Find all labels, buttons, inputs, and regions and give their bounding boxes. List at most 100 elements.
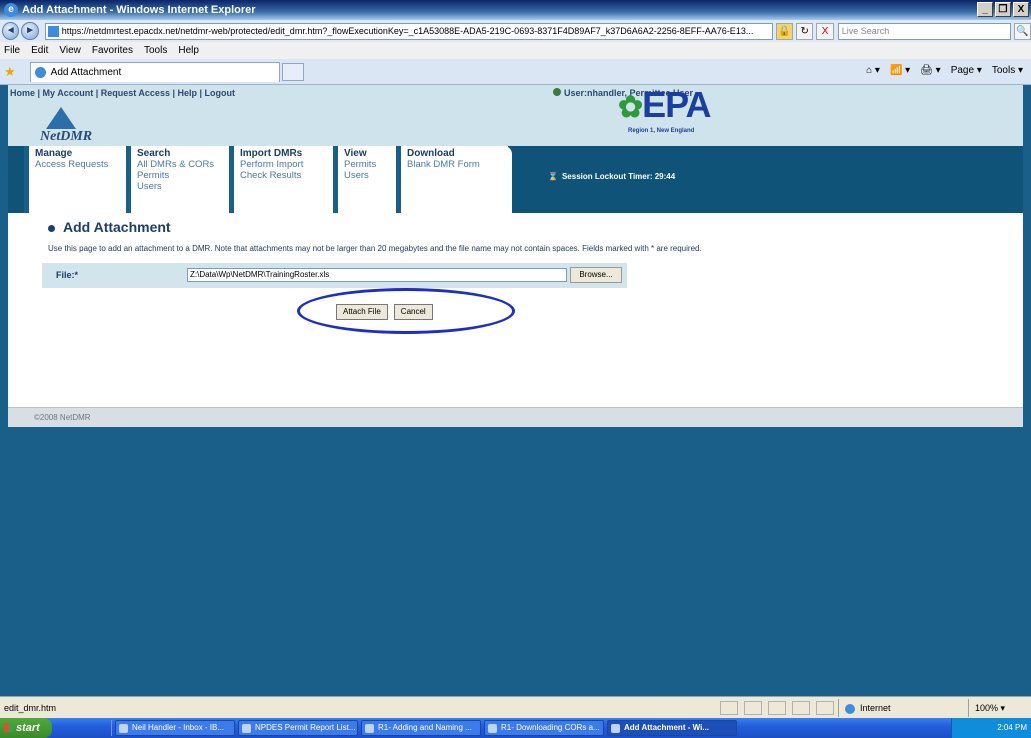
task-button[interactable]: NPDES Permit Report List...	[238, 720, 358, 736]
form-buttons: Attach File Cancel	[336, 304, 433, 320]
menu-favorites[interactable]: Favorites	[92, 45, 133, 56]
home-menu[interactable]: ⌂ ▾	[866, 65, 880, 76]
nav-home[interactable]: Home	[10, 88, 35, 98]
page-menu[interactable]: Page ▾	[951, 65, 982, 76]
main-content: Add Attachment Use this page to add an a…	[8, 213, 1023, 407]
menu-bar: File Edit View Favorites Tools Help	[0, 42, 1031, 59]
status-segment	[768, 701, 786, 715]
epa-logo: ✿EPA Region 1, New England	[618, 85, 718, 143]
task-button[interactable]: Neil Handler - Inbox - IB...	[115, 720, 235, 736]
minimize-button[interactable]: _	[977, 2, 993, 17]
menu-item-perform-import[interactable]: Perform Import	[240, 159, 333, 170]
window-title: Add Attachment - Windows Internet Explor…	[22, 4, 256, 16]
nav-logout[interactable]: Logout	[205, 88, 236, 98]
search-icon[interactable]: 🔍	[1013, 22, 1031, 40]
zoom-level[interactable]: 100% ▾	[968, 699, 1005, 717]
browse-button[interactable]: Browse...	[570, 267, 622, 283]
address-toolbar: ◄ ► https://netdmrtest.epacdx.net/netdmr…	[0, 20, 1031, 42]
nav-separator: |	[35, 88, 43, 98]
tab-row: ★ Add Attachment ⌂ ▾ 📶 ▾ 🖨 ▾ Page ▾ Tool…	[0, 59, 1031, 85]
menu-col-download: Download Blank DMR Form	[396, 146, 508, 214]
back-button[interactable]: ◄	[2, 22, 20, 40]
refresh-icon[interactable]: ↻	[796, 22, 814, 40]
user-icon	[553, 88, 561, 96]
page-title: Add Attachment	[48, 219, 171, 235]
menu-tools[interactable]: Tools	[144, 45, 167, 56]
menu-item-access-requests[interactable]: Access Requests	[35, 159, 126, 170]
maximize-button[interactable]: ❐	[995, 2, 1011, 17]
status-segment	[792, 701, 810, 715]
page-title-text: Add Attachment	[63, 219, 171, 235]
status-segment	[816, 701, 834, 715]
netdmr-logo[interactable]: NetDMR	[40, 107, 92, 145]
start-button[interactable]: start	[0, 718, 52, 738]
close-button[interactable]: X	[1013, 2, 1029, 17]
page-footer: ©2008 NetDMR	[8, 407, 1023, 427]
menu-item-all-dmrs[interactable]: All DMRs & CORs	[137, 159, 229, 170]
session-lockout-timer: ⌛ Session Lockout Timer: 29:44	[548, 172, 675, 181]
nav-separator: |	[93, 88, 101, 98]
attach-file-button[interactable]: Attach File	[336, 304, 388, 320]
ie-icon: e	[4, 3, 18, 17]
file-label: File:*	[56, 270, 79, 280]
task-button[interactable]: R1- Downloading CORs a...	[484, 720, 604, 736]
menu-file[interactable]: File	[4, 45, 20, 56]
command-bar: ⌂ ▾ 📶 ▾ 🖨 ▾ Page ▾ Tools ▾	[866, 65, 1023, 76]
hourglass-icon: ⌛	[548, 172, 558, 181]
menu-help[interactable]: Help	[178, 45, 199, 56]
banner: NetDMR ✿EPA Region 1, New England	[8, 85, 1023, 145]
status-bar: edit_dmr.htm Internet 100% ▾	[0, 696, 1031, 718]
feeds-menu[interactable]: 📶 ▾	[890, 65, 910, 76]
forward-button[interactable]: ►	[21, 22, 39, 40]
address-bar[interactable]: https://netdmrtest.epacdx.net/netdmr-web…	[44, 22, 773, 40]
menu-heading-manage: Manage	[35, 148, 73, 159]
menu-item-check-results[interactable]: Check Results	[240, 170, 333, 181]
taskbar: start Neil Handler - Inbox - IB... NPDES…	[0, 718, 1031, 738]
menu-view[interactable]: View	[59, 45, 81, 56]
new-tab-button[interactable]	[281, 62, 304, 81]
nav-help[interactable]: Help	[177, 88, 197, 98]
print-menu[interactable]: 🖨 ▾	[920, 65, 941, 76]
security-zone[interactable]: Internet	[838, 699, 958, 717]
menu-col-manage: Manage Access Requests	[24, 146, 126, 214]
status-text: edit_dmr.htm	[4, 702, 57, 713]
search-input[interactable]: Live Search	[837, 22, 1011, 40]
stop-icon[interactable]: X	[816, 22, 834, 40]
window-controls: _ ❐ X	[977, 2, 1029, 17]
top-navigation: Home | My Account | Request Access | Hel…	[8, 85, 1023, 103]
file-path-input[interactable]: Z:\Data\Wp\NetDMR\TrainingRoster.xls	[187, 268, 567, 282]
nav-request-access[interactable]: Request Access	[101, 88, 170, 98]
menu-edit[interactable]: Edit	[31, 45, 48, 56]
lock-icon[interactable]: 🔒	[775, 22, 794, 40]
web-page: Home | My Account | Request Access | Hel…	[8, 85, 1023, 695]
tab-add-attachment[interactable]: Add Attachment	[29, 61, 280, 82]
window-titlebar: e Add Attachment - Windows Internet Expl…	[0, 0, 1031, 20]
epa-region: Region 1, New England	[628, 128, 695, 134]
nav-separator: |	[197, 88, 205, 98]
status-segment	[720, 701, 738, 715]
main-menu: Manage Access Requests Search All DMRs &…	[24, 146, 512, 214]
menu-item-users[interactable]: Users	[137, 181, 229, 192]
menu-item-permits[interactable]: Permits	[137, 170, 229, 181]
epa-flower-icon: ✿	[618, 91, 643, 124]
status-segment	[744, 701, 762, 715]
tab-label: Add Attachment	[50, 66, 122, 78]
menu-item-blank-dmr-form[interactable]: Blank DMR Form	[407, 159, 508, 170]
epa-text: EPA	[642, 84, 711, 125]
menu-item-view-users[interactable]: Users	[344, 170, 396, 181]
menu-heading-download: Download	[407, 148, 455, 159]
quick-launch	[58, 720, 112, 736]
menu-heading-import: Import DMRs	[240, 148, 303, 159]
menu-item-view-permits[interactable]: Permits	[344, 159, 396, 170]
drop-icon	[46, 107, 76, 129]
main-menu-band: Manage Access Requests Search All DMRs &…	[8, 145, 1023, 214]
tab-page-icon	[34, 66, 46, 78]
cancel-button[interactable]: Cancel	[393, 304, 433, 320]
favorites-star-icon[interactable]: ★	[4, 64, 16, 80]
menu-col-import: Import DMRs Perform Import Check Results	[229, 146, 333, 214]
tools-menu[interactable]: Tools ▾	[992, 65, 1023, 76]
nav-my-account[interactable]: My Account	[43, 88, 94, 98]
task-button[interactable]: R1- Adding and Naming ...	[361, 720, 481, 736]
task-button-active[interactable]: Add Attachment - Wi...	[607, 720, 737, 736]
file-form-row: File:* Z:\Data\Wp\NetDMR\TrainingRoster.…	[42, 263, 627, 288]
